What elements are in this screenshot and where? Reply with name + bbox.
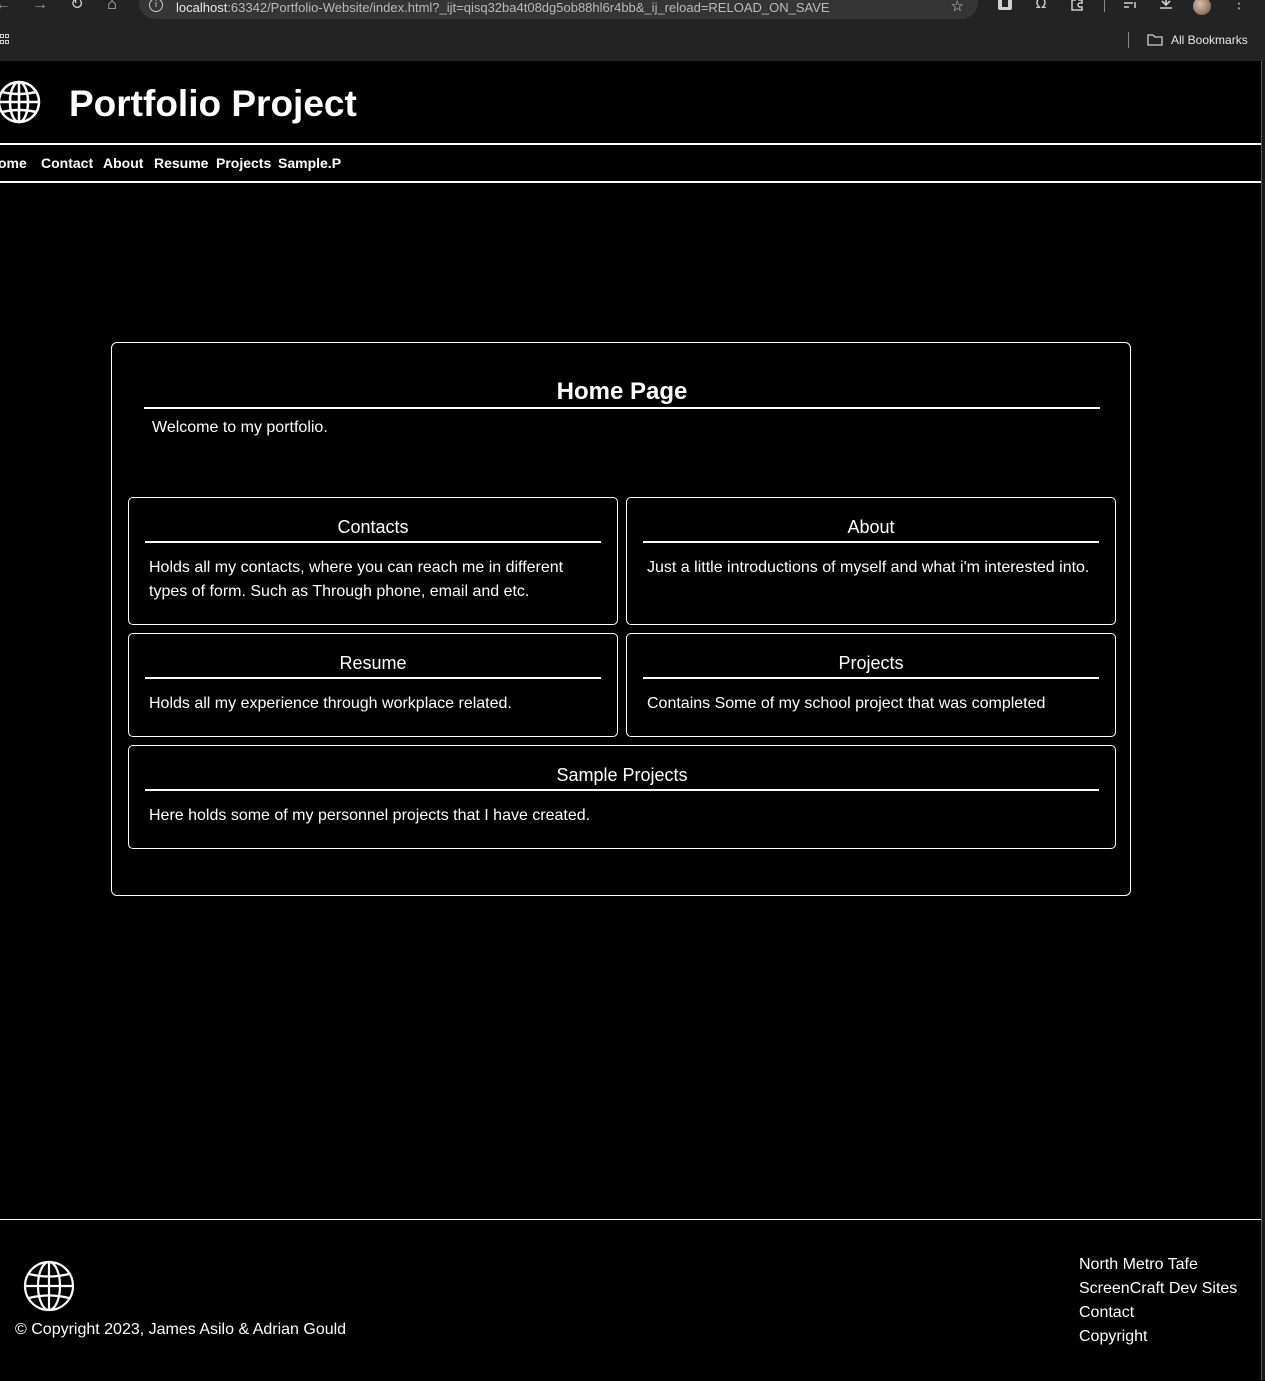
apps-icon[interactable] xyxy=(0,34,10,46)
browser-chrome: ← → ↻ ⌂ i localhost:63342/Portfolio-Webs… xyxy=(0,0,1265,61)
card-text: Here holds some of my personnel projects… xyxy=(149,807,591,824)
window-edge xyxy=(1261,61,1265,1380)
card-about[interactable]: About Just a little introductions of mys… xyxy=(626,497,1116,625)
globe-icon[interactable] xyxy=(0,70,42,134)
url-path: :63342/Portfolio-Website/index.html?_ijt… xyxy=(227,0,830,15)
card-projects[interactable]: Projects Contains Some of my school proj… xyxy=(626,633,1116,737)
welcome-text: Welcome to my portfolio. xyxy=(152,419,328,436)
footer-link-contact[interactable]: Contact xyxy=(1079,1301,1237,1325)
profile-avatar[interactable] xyxy=(1193,0,1211,15)
bookmarks-bar xyxy=(0,19,1265,61)
card-title: Projects xyxy=(643,652,1099,679)
card-title: About xyxy=(643,516,1099,543)
nav-sample-projects[interactable]: Sample.P xyxy=(278,155,341,171)
main-nav: ome Contact About Resume Projects Sample… xyxy=(0,143,1261,183)
footer-link-screencraft[interactable]: ScreenCraft Dev Sites xyxy=(1079,1277,1237,1301)
nav-home[interactable]: ome xyxy=(0,155,27,171)
card-text: Holds all my experience through workplac… xyxy=(149,695,512,712)
url-text[interactable]: localhost:63342/Portfolio-Website/index.… xyxy=(176,0,830,15)
nav-about[interactable]: About xyxy=(103,155,143,171)
bookmarks-divider xyxy=(1128,32,1129,48)
globe-icon xyxy=(23,1260,75,1312)
card-text: Contains Some of my school project that … xyxy=(647,695,1046,712)
address-bar[interactable]: i localhost:63342/Portfolio-Website/inde… xyxy=(139,0,978,19)
nav-resume[interactable]: Resume xyxy=(154,155,208,171)
footer-link-copyright[interactable]: Copyright xyxy=(1079,1325,1237,1349)
omega-icon[interactable]: Ω xyxy=(1030,0,1052,15)
nav-contact[interactable]: Contact xyxy=(41,155,93,171)
toolbar-divider xyxy=(1104,0,1105,12)
card-resume[interactable]: Resume Holds all my experience through w… xyxy=(128,633,618,737)
home-icon[interactable]: ⌂ xyxy=(101,0,123,16)
download-icon[interactable] xyxy=(1155,0,1177,15)
home-section: Home Page Welcome to my portfolio. Conta… xyxy=(111,342,1131,896)
site-footer: © Copyright 2023, James Asilo & Adrian G… xyxy=(0,1219,1261,1381)
folder-icon[interactable] xyxy=(1147,33,1163,46)
info-icon[interactable]: i xyxy=(149,0,163,12)
forward-icon[interactable]: → xyxy=(29,0,51,16)
nav-projects[interactable]: Projects xyxy=(216,155,271,171)
card-sample-projects[interactable]: Sample Projects Here holds some of my pe… xyxy=(128,745,1116,849)
card-title: Contacts xyxy=(145,516,601,543)
star-icon[interactable]: ☆ xyxy=(951,0,964,15)
page-heading: Home Page xyxy=(144,377,1100,409)
url-host: localhost xyxy=(176,0,228,15)
browser-toolbar: ← → ↻ ⌂ i localhost:63342/Portfolio-Webs… xyxy=(0,0,1265,19)
footer-links: North Metro Tafe ScreenCraft Dev Sites C… xyxy=(1079,1253,1237,1349)
menu-icon[interactable]: ⋮ xyxy=(1228,0,1250,15)
card-text: Holds all my contacts, where you can rea… xyxy=(149,559,564,600)
card-title: Sample Projects xyxy=(145,764,1099,791)
site-title: Portfolio Project xyxy=(69,83,357,124)
puzzle-icon[interactable] xyxy=(1066,0,1088,15)
back-icon[interactable]: ← xyxy=(0,0,14,16)
media-icon[interactable] xyxy=(1119,0,1141,15)
extension-icon[interactable] xyxy=(994,0,1016,15)
all-bookmarks-label[interactable]: All Bookmarks xyxy=(1171,33,1248,47)
card-title: Resume xyxy=(145,652,601,679)
reload-icon[interactable]: ↻ xyxy=(66,0,88,16)
footer-link-north-metro-tafe[interactable]: North Metro Tafe xyxy=(1079,1253,1237,1277)
copyright-text: © Copyright 2023, James Asilo & Adrian G… xyxy=(15,1321,347,1338)
card-contacts[interactable]: Contacts Holds all my contacts, where yo… xyxy=(128,497,618,625)
card-text: Just a little introductions of myself an… xyxy=(647,559,1090,576)
